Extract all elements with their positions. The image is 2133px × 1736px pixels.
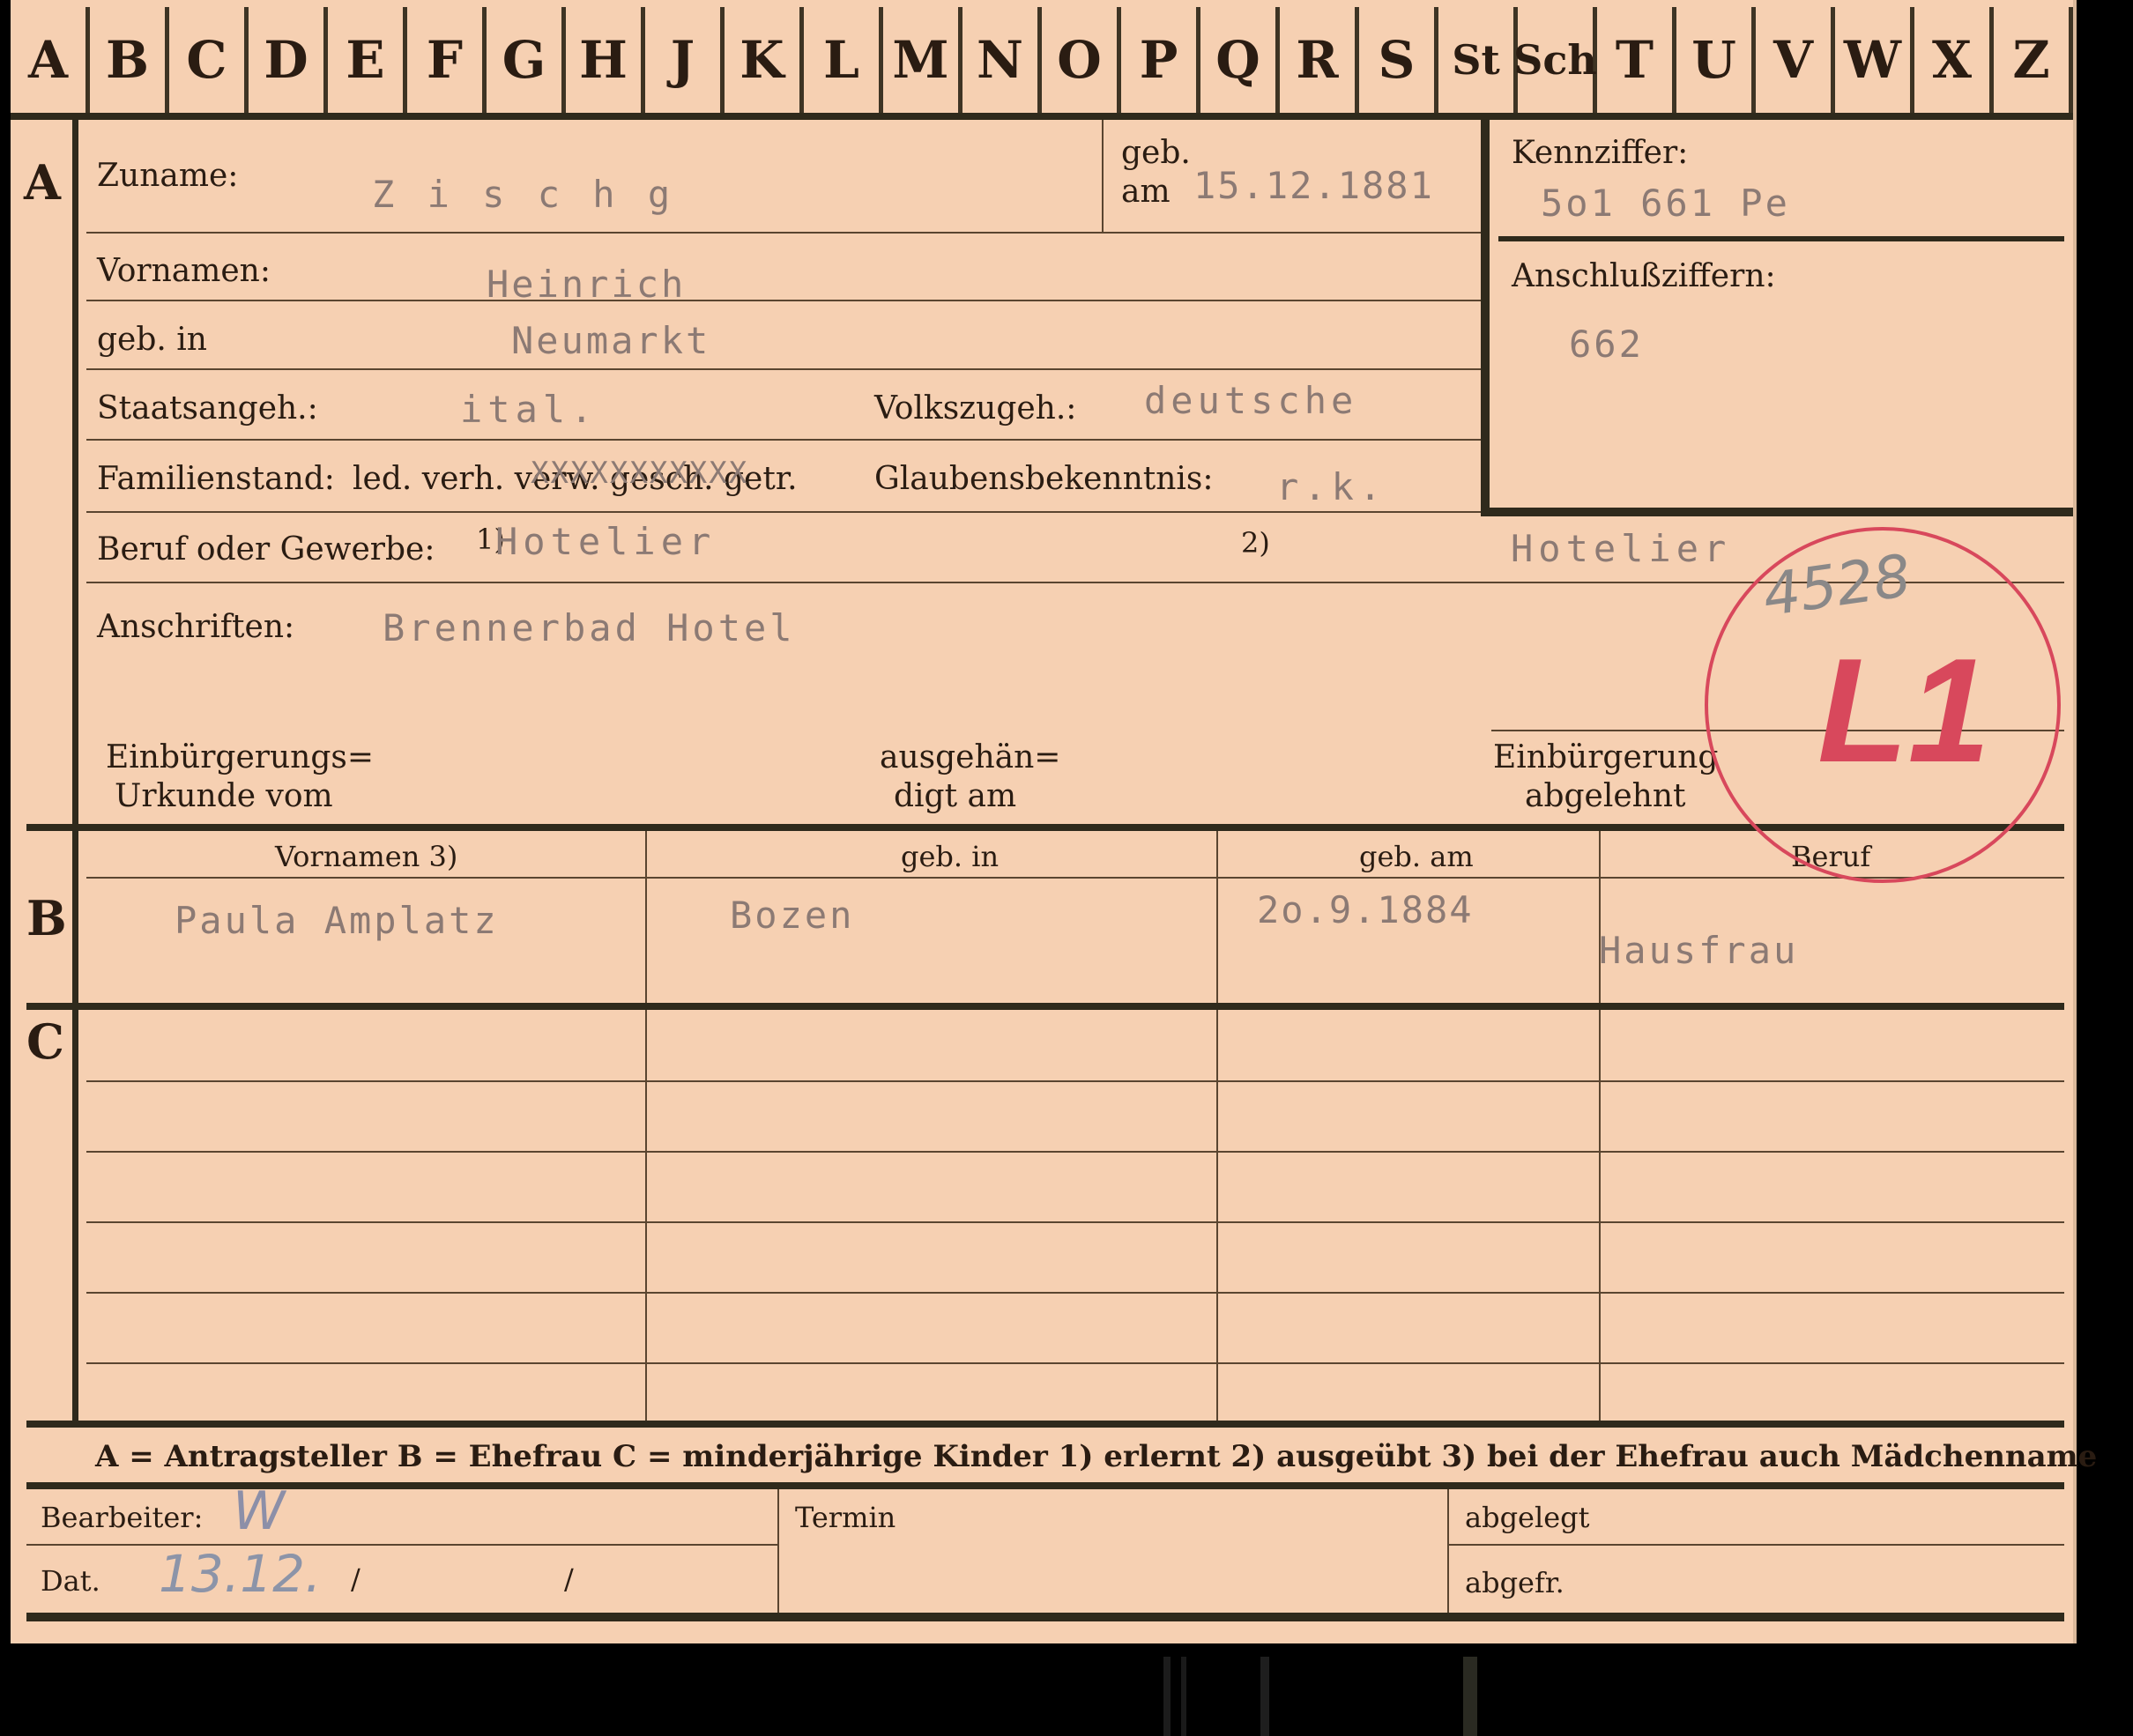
- alphabet-index-d: D: [249, 7, 328, 113]
- spouse-header-geb-in: geb. in: [901, 840, 1000, 873]
- alphabet-index-f: F: [407, 7, 487, 113]
- alphabet-index-x: X: [1914, 7, 1994, 113]
- alphabet-index-m: M: [883, 7, 962, 113]
- vornamen-value: Heinrich: [487, 263, 687, 306]
- zuname-label: Zuname:: [97, 158, 239, 194]
- dat-separator-1: /: [351, 1562, 360, 1596]
- abgelegt-label: abgelegt: [1465, 1501, 1590, 1534]
- staat-value: ital.: [460, 388, 598, 431]
- alphabet-index-h: H: [566, 7, 645, 113]
- zuname-value: Z i s c h g: [372, 173, 676, 216]
- abgelehnt-label: Einbürgerung: [1493, 739, 1719, 775]
- spouse-birthdate-value: 2o.9.1884: [1257, 888, 1474, 931]
- divider: [72, 120, 78, 825]
- alphabet-index-b: B: [90, 7, 169, 113]
- alphabet-index-w: W: [1835, 7, 1914, 113]
- geb-in-label: geb. in: [97, 322, 207, 358]
- divider: [11, 113, 2073, 120]
- birth-date-value: 15.12.1881: [1193, 164, 1434, 207]
- volk-label: Volkszugeh.:: [874, 390, 1077, 427]
- spouse-header-vornamen: Vornamen 3): [275, 840, 458, 873]
- anschrift-value: Brennerbad Hotel: [383, 606, 796, 649]
- dat-value: 13.12.: [159, 1544, 322, 1604]
- scan-artifact: [1181, 1657, 1186, 1736]
- abgefragt-label: abgefr.: [1465, 1566, 1564, 1599]
- bearbeiter-initial: W: [233, 1480, 286, 1542]
- spouse-occupation-value: Hausfrau: [1599, 929, 1799, 972]
- stamp-pencil-number: 4528: [1758, 541, 1915, 630]
- registration-card: A B C D E F G H J K L M N O P Q R S St Sch T U V W X Z A Zuname: …: [11, 0, 2097, 1643]
- red-circle-stamp: 4528 L1: [1705, 527, 2061, 883]
- kennziffer-value: 5o1 661 Pe: [1541, 182, 1790, 225]
- dat-label: Dat.: [41, 1564, 100, 1598]
- beruf-ausgeuebt-value: Hotelier: [1511, 527, 1732, 570]
- footnote-ausgeuebt: 2): [1241, 526, 1270, 560]
- alphabet-index-q: Q: [1200, 7, 1280, 113]
- alphabet-index-g: G: [487, 7, 566, 113]
- divider: [26, 1003, 2064, 1010]
- spouse-birthplace-value: Bozen: [730, 894, 855, 937]
- glauben-value: r.k.: [1276, 465, 1387, 508]
- alphabet-index-r: R: [1280, 7, 1359, 113]
- geb-in-value: Neumarkt: [511, 319, 711, 362]
- volk-value: deutsche: [1144, 379, 1358, 422]
- alphabet-index-j: J: [645, 7, 725, 113]
- familienstand-label: Familienstand:: [97, 461, 335, 497]
- alphabet-index-sch: Sch: [1513, 7, 1597, 113]
- section-c-marker: C: [26, 1013, 64, 1070]
- kennziffer-box: [1481, 120, 2073, 516]
- am-label: am: [1121, 174, 1171, 210]
- alphabet-index-u: U: [1676, 7, 1756, 113]
- scan-artifact: [1260, 1657, 1269, 1736]
- alphabet-index-st: St: [1438, 7, 1518, 113]
- familienstand-strike: XXXXXXXXXXX: [531, 456, 749, 491]
- anschrift-label: Anschriften:: [97, 609, 295, 645]
- stamp-code: L1: [1817, 627, 1991, 793]
- scan-artifact: [1163, 1657, 1171, 1736]
- kennziffer-label: Kennziffer:: [1512, 135, 1689, 171]
- geb-label: geb.: [1121, 135, 1191, 171]
- ausgehaendigt-label: ausgehän=: [880, 739, 1061, 775]
- dat-separator-2: /: [564, 1562, 574, 1596]
- ausgehaendigt-label-2: digt am: [894, 778, 1017, 814]
- alphabet-index-t: T: [1597, 7, 1676, 113]
- alphabet-index-z: Z: [1994, 7, 2073, 113]
- beruf-erlernt-value: Hotelier: [495, 520, 717, 563]
- alphabet-index-o: O: [1042, 7, 1121, 113]
- alphabet-index-a: A: [11, 7, 90, 113]
- alphabet-index-n: N: [962, 7, 1042, 113]
- vornamen-label: Vornamen:: [97, 253, 271, 289]
- abgelehnt-label-2: abgelehnt: [1525, 778, 1686, 814]
- alphabet-index-s: S: [1359, 7, 1438, 113]
- glauben-label: Glaubensbekenntnis:: [874, 461, 1214, 497]
- legend-text: A = Antragsteller B = Ehefrau C = minder…: [95, 1439, 2098, 1474]
- beruf-label: Beruf oder Gewerbe:: [97, 531, 435, 568]
- anschluss-value: 662: [1569, 323, 1644, 366]
- alphabet-strip: A B C D E F G H J K L M N O P Q R S St Sch T U V W X Z: [11, 0, 2073, 116]
- spouse-name-value: Paula Amplatz: [175, 899, 499, 942]
- alphabet-index-p: P: [1121, 7, 1200, 113]
- alphabet-index-l: L: [804, 7, 883, 113]
- anschluss-label: Anschlußziffern:: [1512, 258, 1776, 294]
- staat-label: Staatsangeh.:: [97, 390, 318, 427]
- alphabet-index-c: C: [169, 7, 249, 113]
- alphabet-index-v: V: [1756, 7, 1835, 113]
- termin-label: Termin: [795, 1501, 896, 1534]
- alphabet-index-k: K: [725, 7, 804, 113]
- spouse-header-geb-am: geb. am: [1359, 840, 1474, 873]
- urkunde-label-2: Urkunde vom: [115, 778, 333, 814]
- alphabet-index-e: E: [328, 7, 407, 113]
- section-a-marker: A: [24, 154, 61, 211]
- section-b-marker: B: [26, 890, 67, 946]
- scan-artifact: [1463, 1657, 1477, 1736]
- divider: [1498, 236, 2064, 241]
- urkunde-label: Einbürgerungs=: [106, 739, 375, 775]
- bearbeiter-label: Bearbeiter:: [41, 1501, 204, 1534]
